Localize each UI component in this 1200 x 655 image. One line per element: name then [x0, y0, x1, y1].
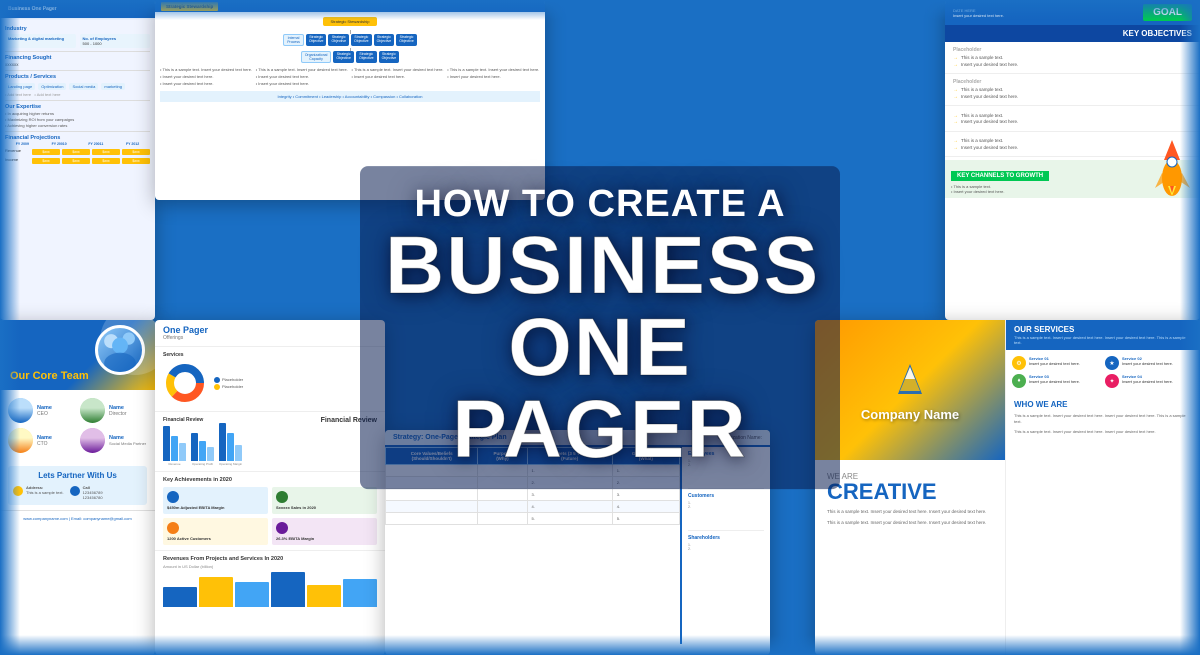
company-desc-2: This is a sample text. Insert your desir… — [827, 520, 993, 527]
services-header: OUR SERVICES This is a sample text. Inse… — [1006, 320, 1200, 350]
card-tl-header: Business One Pager — [0, 0, 155, 18]
placeholder-section-1: Placeholder This is a sample text. Inser… — [945, 42, 1200, 74]
fp-income-row: Income $xxx $xxx $xxx $xxx — [5, 157, 150, 164]
org-level2: InternalProcess StrategicObjective Strat… — [160, 34, 540, 46]
achievement-4: 26.3% EBITA Margin — [272, 518, 377, 545]
financial-review-section: Financial Review Revenue — [155, 412, 385, 472]
key-objectives-header: KEY OBJECTIVES — [945, 25, 1200, 42]
strategic-badge: Strategic Stewardship — [161, 2, 218, 11]
main-container: Business One Pager Industry Marketing & … — [0, 0, 1200, 655]
employees-box: No. of Employees 500 - 1000 — [80, 34, 151, 48]
team-member-1: Name CEO — [8, 398, 75, 423]
objectives-section-3: This is a sample text. Insert your desir… — [945, 106, 1200, 132]
values-footer: Integrity • Commitment • Leadership • Ac… — [160, 91, 540, 102]
divider2 — [5, 70, 150, 71]
fp-revenue-row: Revenue $xxx $xxx $xxx $xxx — [5, 148, 150, 155]
phone-item: Call 123456789123456780 — [70, 485, 103, 500]
card-ml-header: Our Core Team — [0, 320, 155, 390]
who-we-are-section: WHO WE ARE This is a sample text. Insert… — [1006, 394, 1200, 441]
team-member-2: Name Director — [80, 398, 147, 423]
phone-icon — [70, 486, 80, 496]
team-member-3: Name CTO — [8, 428, 75, 453]
donut-chart — [163, 361, 208, 406]
card-top-right: DATE HERE Insert your desired text here.… — [945, 0, 1200, 320]
bullet-columns: • This is a sample text. Insert your des… — [160, 67, 540, 86]
card-financial: One Pager Offerings Services Placeholder… — [155, 320, 385, 655]
service-3-icon: ♦ — [1012, 374, 1026, 388]
company-logo-icon — [890, 359, 930, 399]
contact-row: Address: This is a sample text. Call 123… — [13, 485, 142, 500]
company-name-text: Company Name — [861, 407, 959, 422]
service-3: ♦ Service 03 Insert your desired text he… — [1012, 374, 1101, 388]
address-item: Address: This is a sample text. — [13, 485, 64, 500]
card-tl-body: Industry Marketing & digital marketing N… — [0, 18, 155, 171]
placeholder-section-2: Placeholder This is a sample text. Inser… — [945, 74, 1200, 106]
website-footer: www.companyname.com | Email: companyname… — [0, 510, 155, 526]
industry-label: Industry — [5, 26, 150, 32]
creative-section: WE ARE CREATIVE This is a sample text. I… — [815, 460, 1005, 539]
card-tl-title: Business One Pager — [8, 6, 57, 12]
achievement-1: $450m Adjusted EBITA Margin — [163, 487, 268, 514]
core-team-title: Our Core Team — [10, 370, 89, 382]
financial-chart: Revenue Operating Profit — [163, 426, 242, 466]
revenues-section: Revenues From Projects and Services In 2… — [155, 551, 385, 612]
fp-years: FY 2009 FY 20010 FY 20011 FY 2012 — [5, 142, 150, 146]
goal-badge: GOAL — [1143, 4, 1192, 21]
team-grid: Name CEO Name Director Name — [0, 390, 155, 461]
achievements-section: Key Achievements in 2020 $450m Adjusted … — [155, 472, 385, 551]
service-2: ★ Service 02 Insert your desired text he… — [1105, 356, 1194, 370]
divider1 — [5, 51, 150, 52]
one-pager-text: ONE PAGER — [385, 307, 815, 471]
card-top-left: Business One Pager Industry Marketing & … — [0, 0, 155, 320]
service-2-icon: ★ — [1105, 356, 1119, 370]
achievement-2: Sxxxxx Sales in 2020 — [272, 487, 377, 514]
achievement-3: 1200 Active Customers — [163, 518, 268, 545]
divider4 — [5, 131, 150, 132]
avatar-2 — [80, 398, 105, 423]
card-tc-header: Strategic Stewardship — [155, 0, 545, 12]
divider3 — [5, 100, 150, 101]
card-company-left: Company Name WE ARE CREATIVE This is a s… — [815, 320, 1005, 655]
service-4-icon: ✦ — [1105, 374, 1119, 388]
service-1: ⚙ Service 01 Insert your desired text he… — [1012, 356, 1101, 370]
pager-title: One Pager — [163, 325, 208, 335]
team-member-4: Name Social Media Partner — [80, 428, 147, 453]
avatar-3 — [8, 428, 33, 453]
goal-header: DATE HERE Insert your desired text here.… — [945, 0, 1200, 25]
services-grid: ⚙ Service 01 Insert your desired text he… — [1006, 350, 1200, 394]
center-overlay: HOW TO CREATE A BUSINESS ONE PAGER — [360, 166, 840, 490]
card-company: Company Name WE ARE CREATIVE This is a s… — [815, 320, 1200, 655]
achievements-grid: $450m Adjusted EBITA Margin Sxxxxx Sales… — [163, 487, 377, 545]
avatar-4 — [80, 428, 105, 453]
company-desc-1: This is a sample text. Insert your desir… — [827, 509, 993, 516]
creative-label: CREATIVE — [827, 481, 993, 503]
industry-box: Marketing & digital marketing — [5, 34, 76, 48]
center-text-box: HOW TO CREATE A BUSINESS ONE PAGER — [360, 166, 840, 490]
org-level3: OrganizationalCapacity StrategicObjectiv… — [160, 51, 540, 63]
revenue-bars — [163, 572, 377, 607]
location-icon — [13, 486, 23, 496]
tags-container: Landing page Optimization Social media m… — [5, 82, 150, 90]
business-text: BUSINESS — [385, 225, 815, 307]
financial-header: One Pager Offerings — [155, 320, 385, 347]
rocket-icon — [1150, 138, 1195, 198]
card-tc-body: Strategic Stewardship InternalProcess St… — [155, 12, 545, 107]
key-channels-section: KEY CHANNELS TO GROWTH • This is a sampl… — [945, 160, 1200, 198]
card-company-right: OUR SERVICES This is a sample text. Inse… — [1005, 320, 1200, 655]
service-1-icon: ⚙ — [1012, 356, 1026, 370]
service-4: ✦ Service 04 Insert your desired text he… — [1105, 374, 1194, 388]
team-photo — [95, 325, 145, 375]
how-to-text: HOW TO CREATE A — [385, 184, 815, 226]
avatar-1 — [8, 398, 33, 423]
channels-title: KEY CHANNELS TO GROWTH — [951, 171, 1049, 181]
company-header: Company Name — [815, 320, 1005, 460]
offerings-section: Services Placeholder Placeholder — [155, 347, 385, 412]
org-chart-top: Strategic Stewardship — [160, 17, 540, 26]
industry-row: Marketing & digital marketing No. of Emp… — [5, 34, 150, 48]
partner-section: Lets Partner With Us Address: This is a … — [8, 466, 147, 505]
card-mid-left: Our Core Team Name CEO Name Director — [0, 320, 155, 655]
